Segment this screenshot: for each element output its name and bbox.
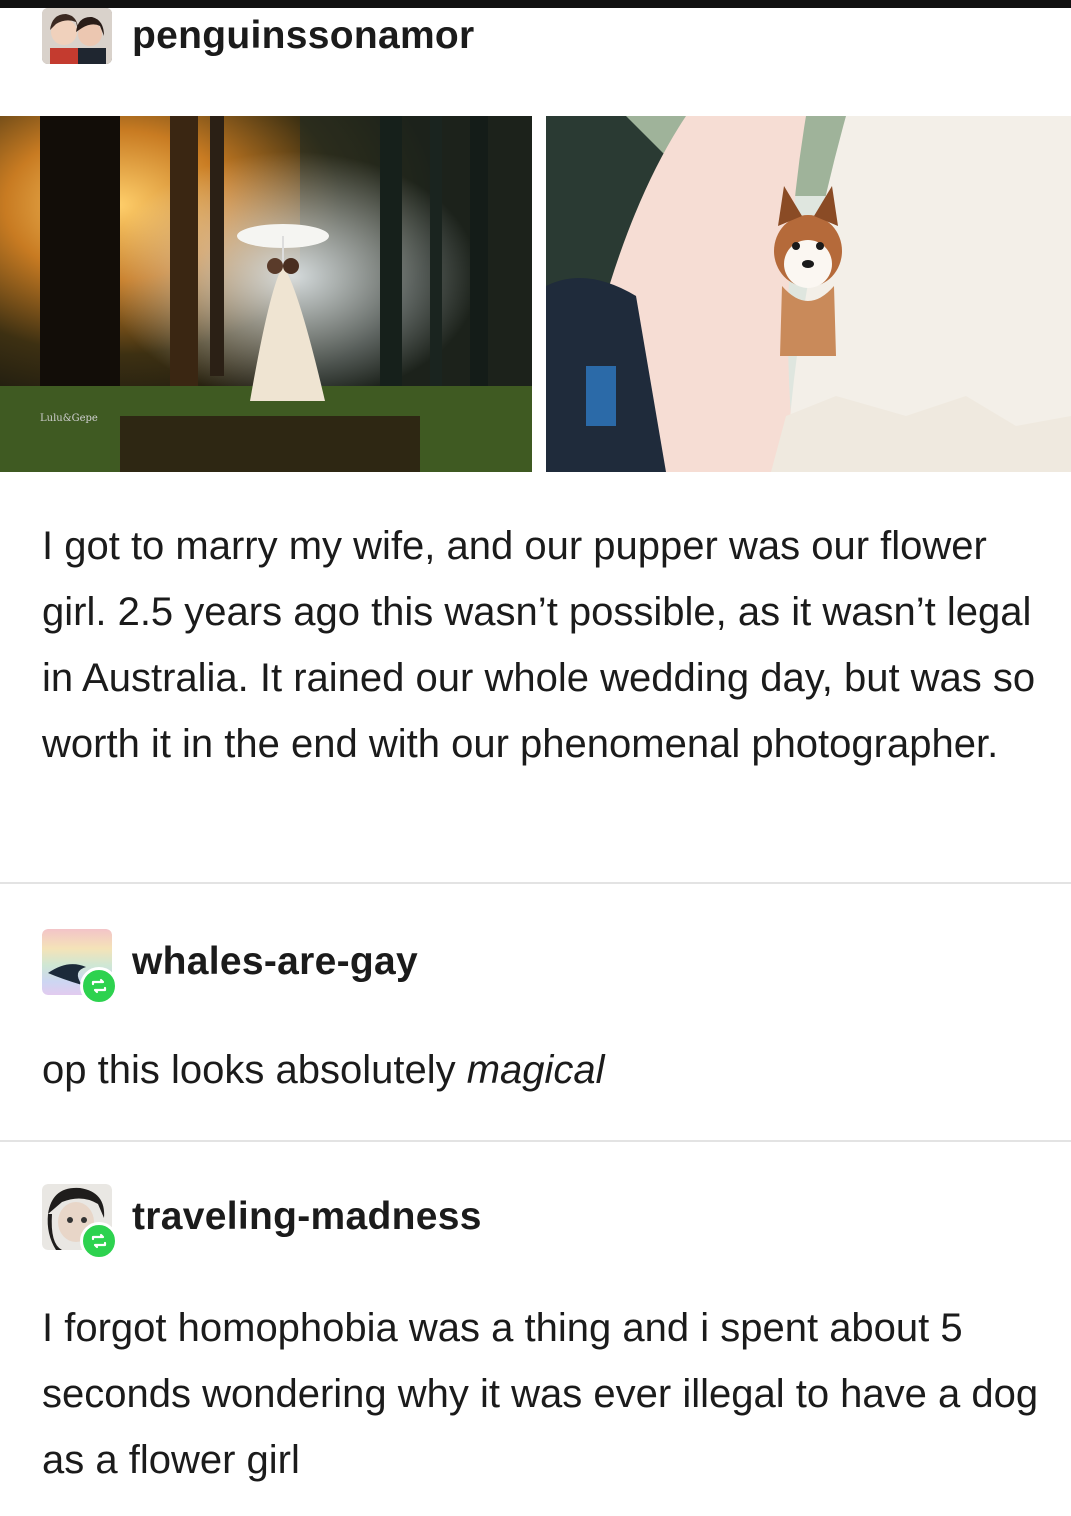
post-divider <box>0 1140 1071 1142</box>
top-edge-bar <box>0 0 1071 8</box>
reblog-icon <box>80 967 118 1005</box>
post-divider <box>0 882 1071 884</box>
couple-avatar-icon[interactable] <box>42 8 112 64</box>
forest-wedding-photo: Lulu&Gepe <box>0 116 532 472</box>
reblog-2-username[interactable]: traveling-madness <box>132 1195 482 1239</box>
illustrated-character-avatar-icon[interactable] <box>42 1184 118 1260</box>
reblog-1-text-main: op this looks absolutely <box>42 1048 467 1092</box>
reblog-1-text: op this looks absolutely magical <box>42 1037 1042 1103</box>
op-post-text: I got to marry my wife, and our pupper w… <box>42 524 1036 766</box>
reblog-icon <box>80 1222 118 1260</box>
reblog-1-username[interactable]: whales-are-gay <box>132 940 418 984</box>
photo-watermark: Lulu&Gepe <box>40 413 98 424</box>
reblog-2-header: traveling-madness <box>42 1184 482 1260</box>
reblog-1-header: whales-are-gay <box>42 929 418 1005</box>
op-header: penguinssonamor <box>42 8 475 64</box>
op-username[interactable]: penguinssonamor <box>132 14 475 58</box>
reblog-1-text-emphasis: magical <box>466 1048 605 1092</box>
rainbow-avatar-icon[interactable] <box>42 929 118 1005</box>
reblog-2-text: I forgot homophobia was a thing and i sp… <box>42 1306 1039 1482</box>
husky-flower-girl-photo <box>546 116 1071 472</box>
